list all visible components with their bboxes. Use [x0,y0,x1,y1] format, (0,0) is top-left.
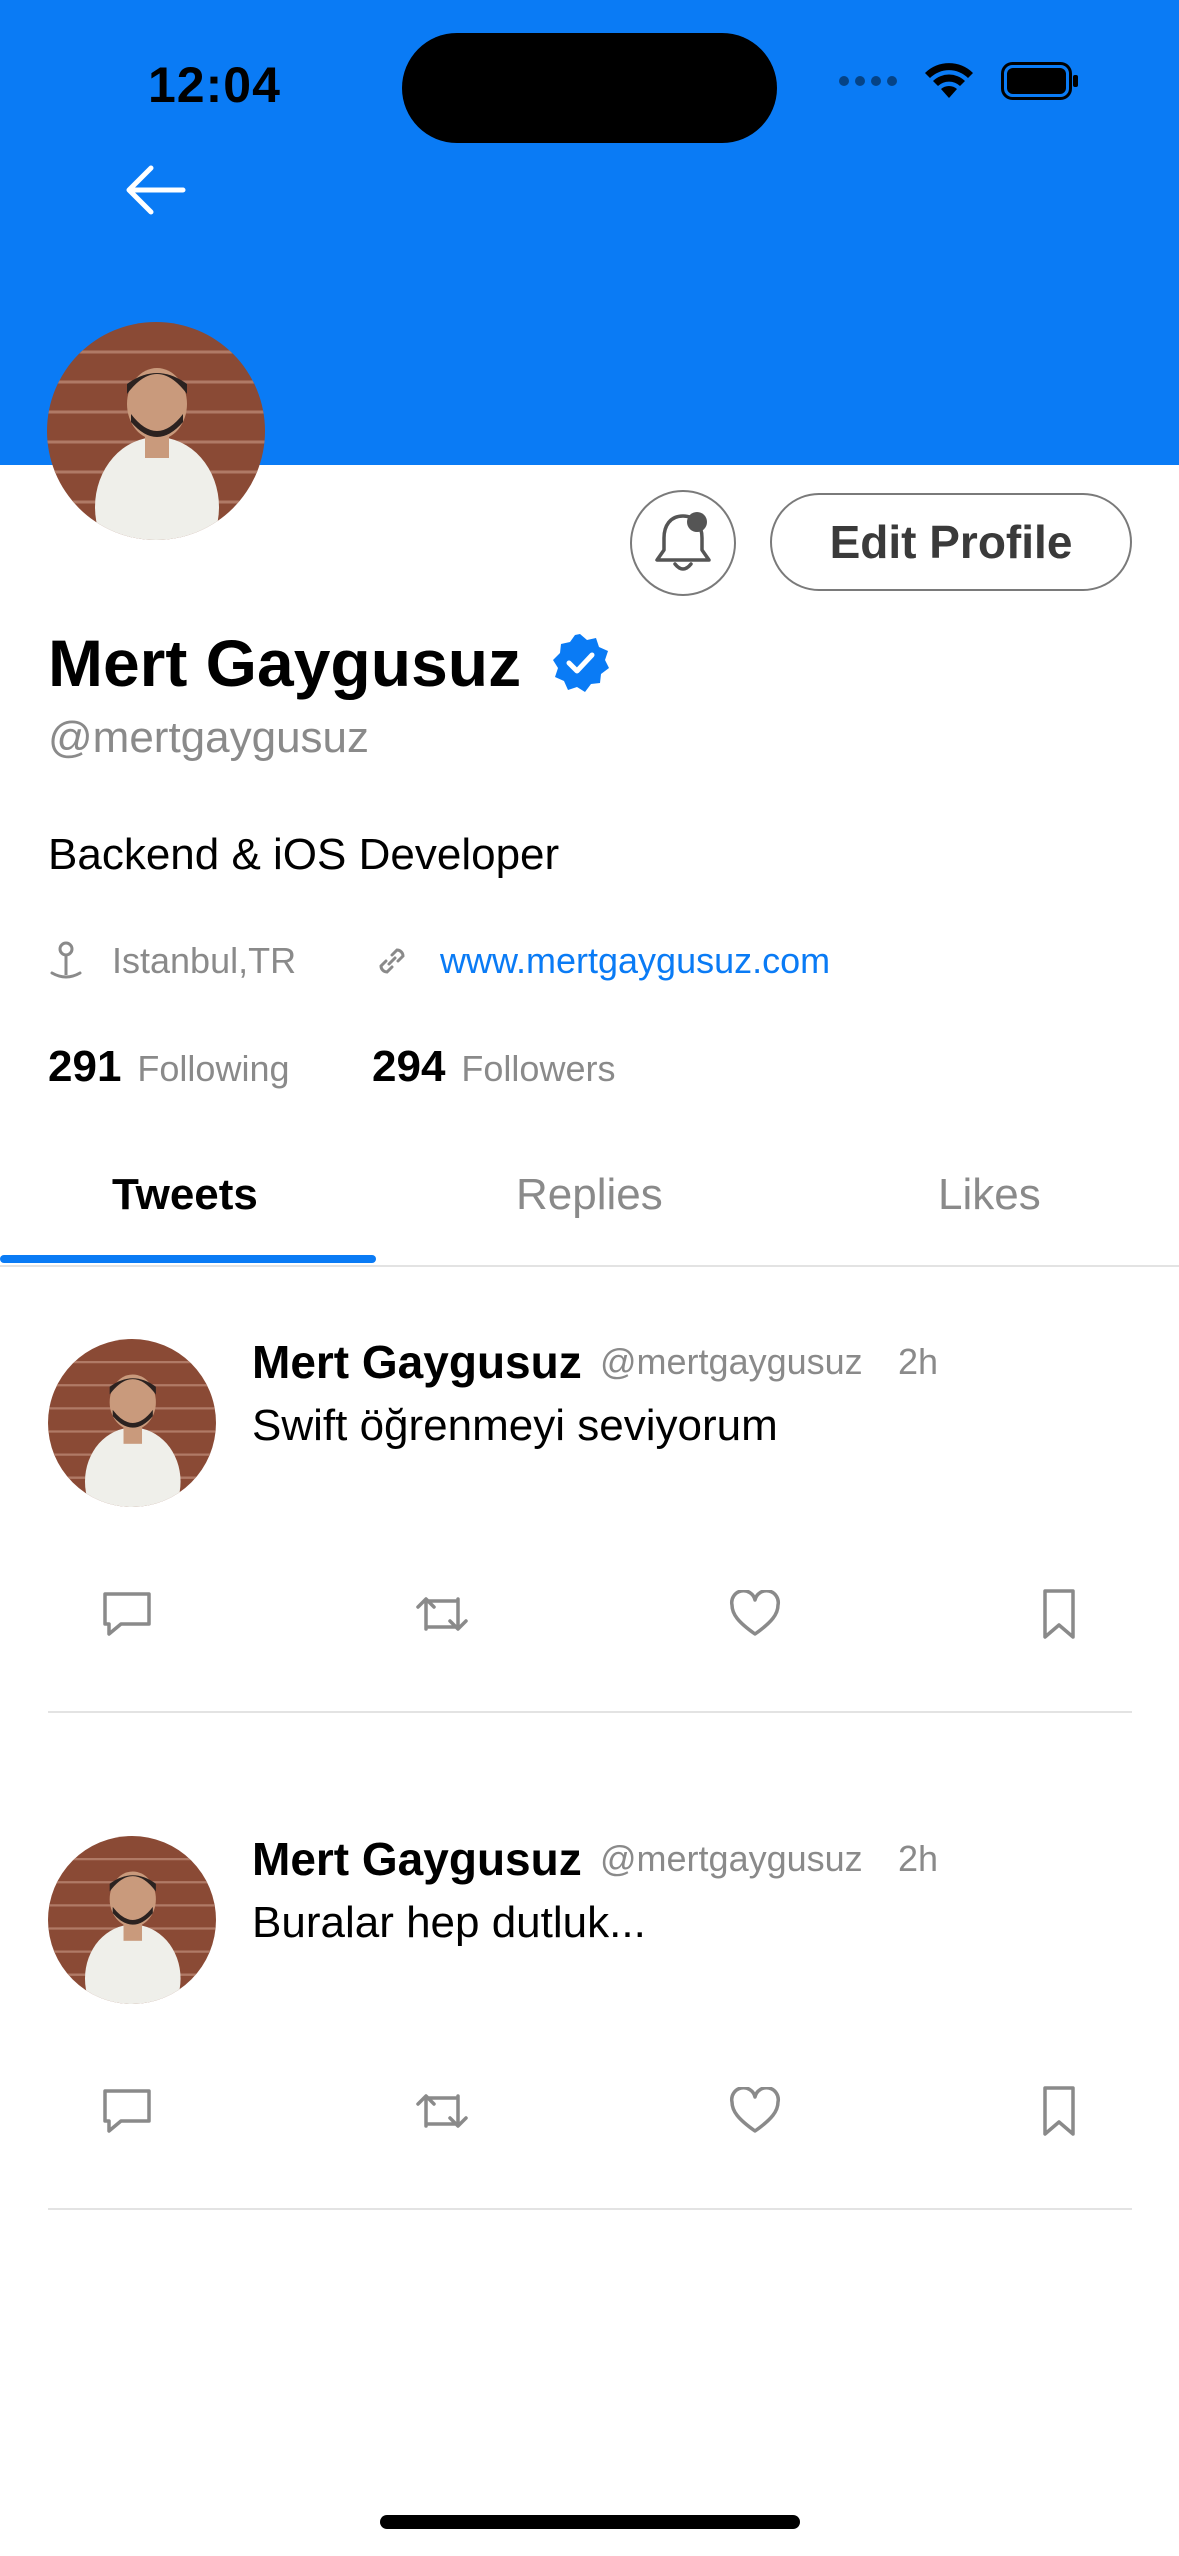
link-icon [379,948,405,974]
heart-icon [729,2087,781,2133]
comment-icon [103,2089,151,2133]
tab-likes[interactable]: Likes [938,1170,1041,1220]
cellular-signal-icon [839,76,897,86]
reply-button[interactable] [92,1579,162,1649]
heart-icon [729,1590,781,1636]
followers-count[interactable]: 294 Followers [372,1042,615,1092]
profile-handle: @mertgaygusuz [48,713,370,762]
following-number: 291 [48,1042,122,1091]
bell-with-dot-icon [655,512,711,571]
tweet-text: Swift öğrenmeyi seviyorum [252,1401,778,1450]
website-link[interactable]: www.mertgaygusuz.com [440,940,830,982]
bookmark-icon [1043,1589,1075,1639]
profile-website[interactable]: www.mertgaygusuz.com [372,940,830,982]
edit-profile-button[interactable]: Edit Profile [770,493,1132,591]
tweet-divider [48,2208,1132,2210]
profile-tabs: Tweets Replies Likes [0,1160,1179,1266]
retweet-button[interactable] [407,2076,477,2146]
tweet-timestamp: 2h [898,1838,939,1879]
tab-replies[interactable]: Replies [516,1170,663,1220]
tweet-item[interactable]: Mert Gaygusuz @mertgaygusuz 2h Buralar h… [0,1764,1179,2261]
status-bar-time: 12:04 [148,57,281,113]
profile-location: Istanbul,TR [48,940,296,982]
following-label: Following [137,1048,290,1089]
bookmark-icon [1043,2086,1075,2136]
tab-tweets[interactable]: Tweets [112,1170,258,1220]
tweet-author-name: Mert Gaygusuz [252,1336,582,1388]
tweet-author-handle: @mertgaygusuz [600,1838,863,1879]
like-button[interactable] [720,2076,790,2146]
profile-name: Mert Gaygusuz [48,626,522,700]
profile-avatar[interactable] [47,322,265,540]
wifi-icon [923,62,975,100]
bookmark-button[interactable] [1024,1579,1094,1649]
tweet-avatar[interactable] [48,1836,216,2004]
tweet-author-name: Mert Gaygusuz [252,1833,582,1885]
retweet-icon [416,1597,468,1631]
like-button[interactable] [720,1579,790,1649]
profile-name-row: Mert Gaygusuz [48,625,611,701]
arrow-left-icon [126,165,186,215]
battery-icon [1001,62,1079,100]
tweet-text: Buralar hep dutluk... [252,1898,646,1947]
profile-bio: Backend & iOS Developer [48,830,560,879]
bookmark-button[interactable] [1024,2076,1094,2146]
location-text: Istanbul,TR [112,940,297,981]
reply-button[interactable] [92,2076,162,2146]
comment-icon [103,1592,151,1636]
status-bar-indicators [839,62,1079,100]
followers-number: 294 [372,1042,446,1091]
tweet-timestamp: 2h [898,1341,939,1382]
location-pin-icon [50,941,82,979]
selected-tab-indicator [0,1255,376,1263]
tweet-divider [48,1711,1132,1713]
following-count[interactable]: 291 Following [48,1042,290,1092]
followers-label: Followers [461,1048,616,1089]
notifications-bell-button[interactable] [630,490,736,596]
tweet-author-handle: @mertgaygusuz [600,1341,863,1382]
back-button[interactable] [120,160,190,220]
retweet-button[interactable] [407,1579,477,1649]
verified-badge-icon [553,634,610,692]
tweet-item[interactable]: Mert Gaygusuz @mertgaygusuz 2h Swift öğr… [0,1267,1179,1764]
tweet-avatar[interactable] [48,1339,216,1507]
dynamic-island [402,33,777,143]
home-indicator[interactable] [380,2515,800,2529]
retweet-icon [416,2094,468,2128]
